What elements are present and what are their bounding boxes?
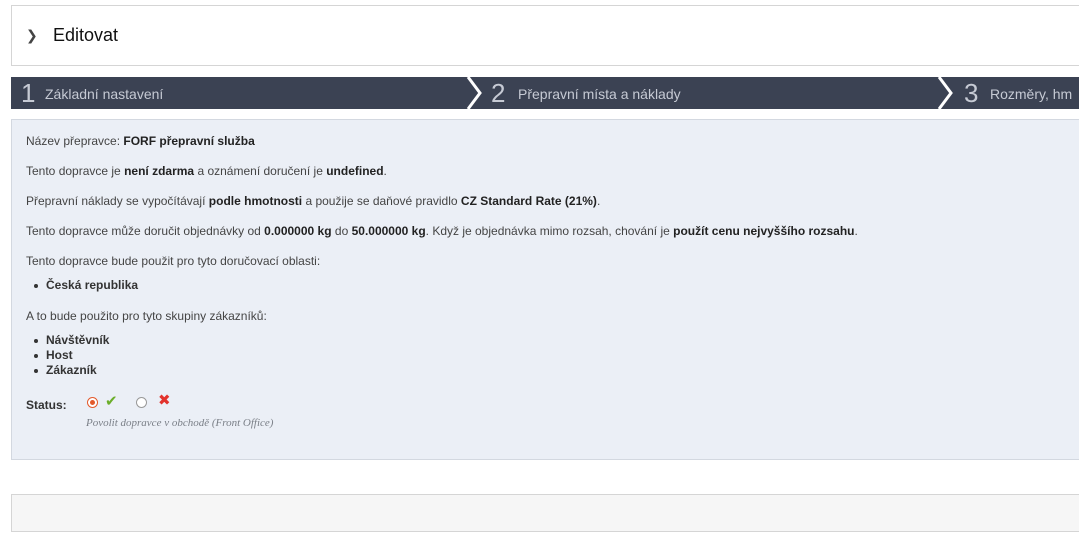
- step-number: 2: [491, 78, 506, 108]
- step-label: Přepravní místa a náklady: [518, 86, 681, 102]
- check-icon: ✔: [105, 392, 118, 410]
- list-item: Host: [26, 348, 109, 363]
- cross-icon: ✖: [158, 391, 171, 409]
- text: . Když je objednávka mimo rozsah, chován…: [425, 224, 670, 238]
- billing-line: Přepravní náklady se vypočítávají podle …: [26, 194, 600, 208]
- text: .: [596, 194, 601, 208]
- text: Tento dopravce může doručit objednávky o…: [26, 224, 261, 238]
- groups-intro: A to bude použito pro tyto skupiny zákaz…: [26, 309, 267, 323]
- zones-intro: Tento dopravce bude použit pro tyto doru…: [26, 254, 321, 268]
- carrier-name-label: Název přepravce:: [26, 134, 121, 148]
- free-status: není zdarma: [124, 164, 195, 178]
- list-item: Zákazník: [26, 363, 109, 378]
- text: .: [383, 164, 387, 178]
- wizard-steps: 1 Základní nastavení 2 Přepravní místa a…: [11, 77, 1079, 109]
- range-line: Tento dopravce může doručit objednávky o…: [26, 224, 858, 238]
- out-of-range-behavior: použít cenu nejvyššího rozsahu: [673, 224, 855, 238]
- carrier-summary: Název přepravce: FORF přepravní služba T…: [11, 119, 1079, 460]
- chevron-right-icon[interactable]: ❯: [26, 28, 38, 44]
- step-number: 1: [21, 78, 36, 108]
- text: .: [854, 224, 858, 238]
- panel-title: Editovat: [53, 25, 119, 45]
- delivery-notice: undefined: [326, 164, 384, 178]
- step-label: Rozměry, hm: [990, 86, 1073, 102]
- tax-rule: CZ Standard Rate (21%): [460, 194, 597, 208]
- carrier-name: FORF přepravní služba: [123, 134, 255, 148]
- text: a oznámení doručení je: [197, 164, 323, 178]
- status-help-text: Povolit dopravce v obchodě (Front Office…: [86, 417, 274, 429]
- status-disabled-radio[interactable]: [136, 397, 147, 408]
- zones-list: Česká republika: [26, 278, 138, 293]
- text: a použije se daňové pravidlo: [305, 194, 458, 208]
- list-item: Návštěvník: [26, 333, 109, 348]
- groups-list: Návštěvník Host Zákazník: [26, 333, 109, 378]
- free-shipping-line: Tento dopravce je není zdarma a oznámení…: [26, 164, 387, 178]
- list-item: Česká republika: [26, 278, 138, 293]
- billing-method: podle hmotnosti: [208, 194, 303, 208]
- status-enabled-radio[interactable]: [87, 397, 98, 408]
- range-min: 0.000000 kg: [264, 224, 332, 238]
- step-3[interactable]: 3 Rozměry, hm: [953, 77, 1079, 109]
- text: do: [334, 224, 349, 238]
- step-2[interactable]: 2 Přepravní místa a náklady: [481, 77, 941, 109]
- step-1[interactable]: 1 Základní nastavení: [11, 77, 471, 109]
- panel-footer: [11, 494, 1079, 532]
- step-number: 3: [964, 78, 979, 108]
- text: Přepravní náklady se vypočítávají: [26, 194, 206, 208]
- text: Tento dopravce je: [26, 164, 121, 178]
- status-label: Status:: [26, 398, 67, 412]
- step-label: Základní nastavení: [45, 86, 164, 102]
- carrier-name-line: Název přepravce: FORF přepravní služba: [26, 134, 255, 148]
- edit-panel-header: ❯ Editovat: [11, 5, 1079, 66]
- range-max: 50.000000 kg: [351, 224, 426, 238]
